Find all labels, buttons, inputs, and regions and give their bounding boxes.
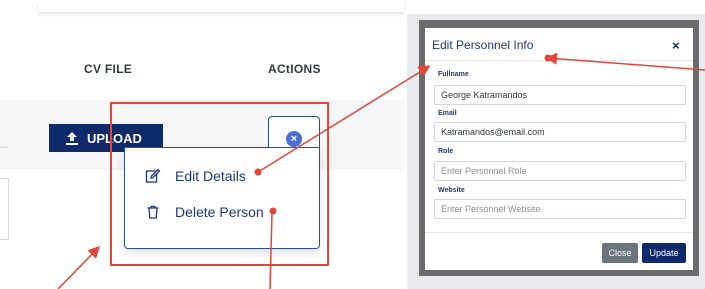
modal-footer-divider [425,232,693,233]
upload-icon [66,132,78,145]
row-divider [0,147,8,148]
modal-title: Edit Personnel Info [432,38,534,52]
role-field[interactable] [434,161,686,181]
fullname-label: Fullname [438,71,469,78]
row-input-edge [0,178,9,240]
close-icon[interactable]: × [286,131,302,147]
table-top-edge [38,0,404,12]
close-button[interactable]: Close [602,243,638,263]
menu-item-delete-person[interactable]: Delete Person [145,200,264,224]
menu-item-label: Edit Details [175,168,246,184]
column-header-cv-file: CV FILE [84,62,133,76]
email-field[interactable] [434,122,686,142]
column-header-actions: ACtIONS [268,62,321,76]
edit-personnel-modal [425,28,693,270]
edit-icon [145,168,161,183]
menu-item-label: Delete Person [175,204,264,220]
modal-close-icon[interactable]: × [672,38,680,53]
trash-icon [147,205,159,219]
website-field[interactable] [434,199,686,219]
email-label: Email [438,110,457,117]
actions-dropdown: Edit Details Delete Person [124,147,320,249]
role-label: Role [438,148,454,155]
menu-item-edit-details[interactable]: Edit Details [145,164,246,188]
website-label: Website [438,187,465,194]
update-button[interactable]: Update [642,243,686,263]
fullname-field[interactable] [434,85,686,105]
modal-header-divider [425,60,693,61]
